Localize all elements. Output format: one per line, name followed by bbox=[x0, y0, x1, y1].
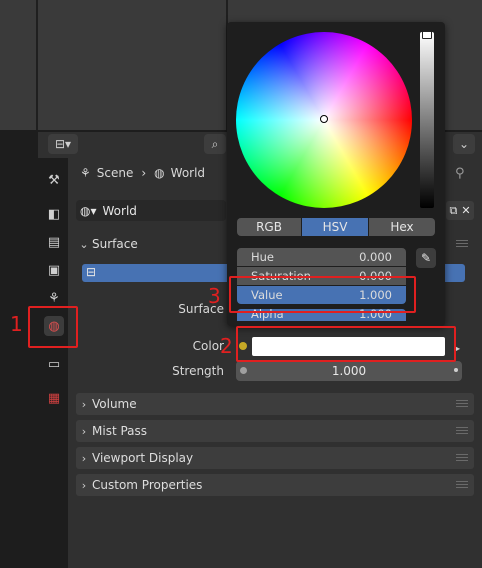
hue-field[interactable]: Hue 0.000 bbox=[237, 248, 406, 266]
strength-field[interactable]: 1.000 bbox=[236, 361, 462, 381]
viewport-divider bbox=[36, 0, 38, 130]
drag-grip-icon[interactable] bbox=[456, 240, 468, 248]
world-icon: ◍▾ bbox=[80, 203, 97, 218]
eyedropper-button[interactable]: ✎ bbox=[416, 248, 436, 268]
scene-tab[interactable]: ⚘ bbox=[44, 288, 64, 308]
chevron-right-icon: › bbox=[81, 397, 87, 411]
surface-panel-title: Surface bbox=[92, 237, 138, 251]
search-icon: ⌕ bbox=[211, 136, 219, 151]
properties-tabs: ⚒ ◧ ▤ ▣ ⚘ ◍ ▭ ▦ bbox=[38, 158, 68, 568]
annotation-box-3 bbox=[229, 276, 416, 313]
breadcrumb-separator-icon: › bbox=[141, 166, 147, 180]
annotation-number-2: 2 bbox=[220, 334, 233, 358]
strength-socket-icon[interactable] bbox=[240, 367, 247, 374]
world-selector[interactable]: ◍▾ World bbox=[76, 200, 226, 221]
mode-rgb-tab[interactable]: RGB bbox=[237, 218, 301, 236]
scene-icon: ⚘ bbox=[80, 166, 91, 180]
annotation-box-2 bbox=[236, 326, 456, 362]
options-dropdown[interactable]: ⌄ bbox=[453, 134, 475, 154]
breadcrumb: ⚘ Scene › ◍ World bbox=[80, 166, 205, 180]
render-icon: ◧ bbox=[47, 206, 61, 222]
chevron-down-icon: ⌄ bbox=[79, 237, 89, 251]
breadcrumb-scene[interactable]: Scene bbox=[97, 166, 134, 180]
unlink-icon[interactable]: ✕ bbox=[461, 204, 470, 217]
hue-label: Hue bbox=[251, 250, 275, 264]
view-layer-tab[interactable]: ▣ bbox=[44, 260, 64, 280]
annotation-box-1 bbox=[28, 306, 78, 348]
search-button[interactable]: ⌕ bbox=[204, 134, 226, 154]
custom-properties-panel-header[interactable]: › Custom Properties bbox=[76, 474, 474, 496]
value-slider-handle[interactable] bbox=[422, 31, 432, 39]
mist-pass-panel-header[interactable]: › Mist Pass bbox=[76, 420, 474, 442]
tool-icon: ⚒ bbox=[48, 172, 60, 188]
texture-icon: ▦ bbox=[47, 390, 61, 406]
custom-properties-panel-title: Custom Properties bbox=[92, 478, 203, 492]
output-icon: ▤ bbox=[47, 234, 61, 250]
collection-tab[interactable]: ▭ bbox=[44, 354, 64, 374]
strength-label: Strength bbox=[172, 364, 224, 378]
output-tab[interactable]: ▤ bbox=[44, 232, 64, 252]
scene-icon: ⚘ bbox=[48, 290, 60, 306]
mode-hsv-tab[interactable]: HSV bbox=[302, 218, 368, 236]
render-tab[interactable]: ◧ bbox=[44, 204, 64, 224]
strength-value: 1.000 bbox=[331, 364, 367, 378]
strength-dot-icon bbox=[454, 368, 458, 372]
drag-grip-icon[interactable] bbox=[456, 454, 468, 462]
viewport-display-panel-title: Viewport Display bbox=[92, 451, 194, 465]
collection-icon: ▭ bbox=[47, 356, 61, 372]
texture-tab[interactable]: ▦ bbox=[44, 388, 64, 408]
chevron-down-icon: ⌄ bbox=[458, 137, 470, 151]
mode-hex-tab[interactable]: Hex bbox=[369, 218, 435, 236]
volume-panel-title: Volume bbox=[92, 397, 137, 411]
color-label: Color bbox=[192, 339, 224, 353]
view-layer-icon: ▣ bbox=[47, 262, 61, 278]
chevron-right-icon: › bbox=[81, 478, 87, 492]
drag-grip-icon[interactable] bbox=[456, 400, 468, 408]
tool-tab[interactable]: ⚒ bbox=[44, 170, 64, 190]
pin-icon[interactable]: ⚲ bbox=[455, 166, 465, 181]
node-tree-icon: ⊟ bbox=[86, 265, 97, 279]
annotation-number-1: 1 bbox=[10, 312, 23, 336]
eyedropper-icon: ✎ bbox=[420, 251, 432, 265]
volume-panel-header[interactable]: › Volume bbox=[76, 393, 474, 415]
world-name: World bbox=[102, 203, 137, 218]
drag-grip-icon[interactable] bbox=[456, 427, 468, 435]
chevron-right-icon: › bbox=[81, 424, 87, 438]
viewport-display-panel-header[interactable]: › Viewport Display bbox=[76, 447, 474, 469]
breadcrumb-world[interactable]: World bbox=[171, 166, 205, 180]
drag-grip-icon[interactable] bbox=[456, 481, 468, 489]
annotation-number-3: 3 bbox=[208, 284, 221, 308]
world-actions: ⧉ ✕ bbox=[446, 201, 474, 220]
editor-type-button[interactable]: ⊟▾ bbox=[48, 134, 78, 154]
mist-pass-panel-title: Mist Pass bbox=[92, 424, 148, 438]
fake-user-icon[interactable]: ⧉ bbox=[449, 204, 457, 218]
wheel-cursor[interactable] bbox=[320, 115, 328, 123]
editor-type-icon: ⊟▾ bbox=[54, 137, 72, 151]
value-slider-strip[interactable] bbox=[420, 32, 434, 208]
world-icon: ◍ bbox=[154, 166, 165, 180]
chevron-right-icon: › bbox=[81, 451, 87, 465]
hue-value: 0.000 bbox=[359, 250, 392, 264]
